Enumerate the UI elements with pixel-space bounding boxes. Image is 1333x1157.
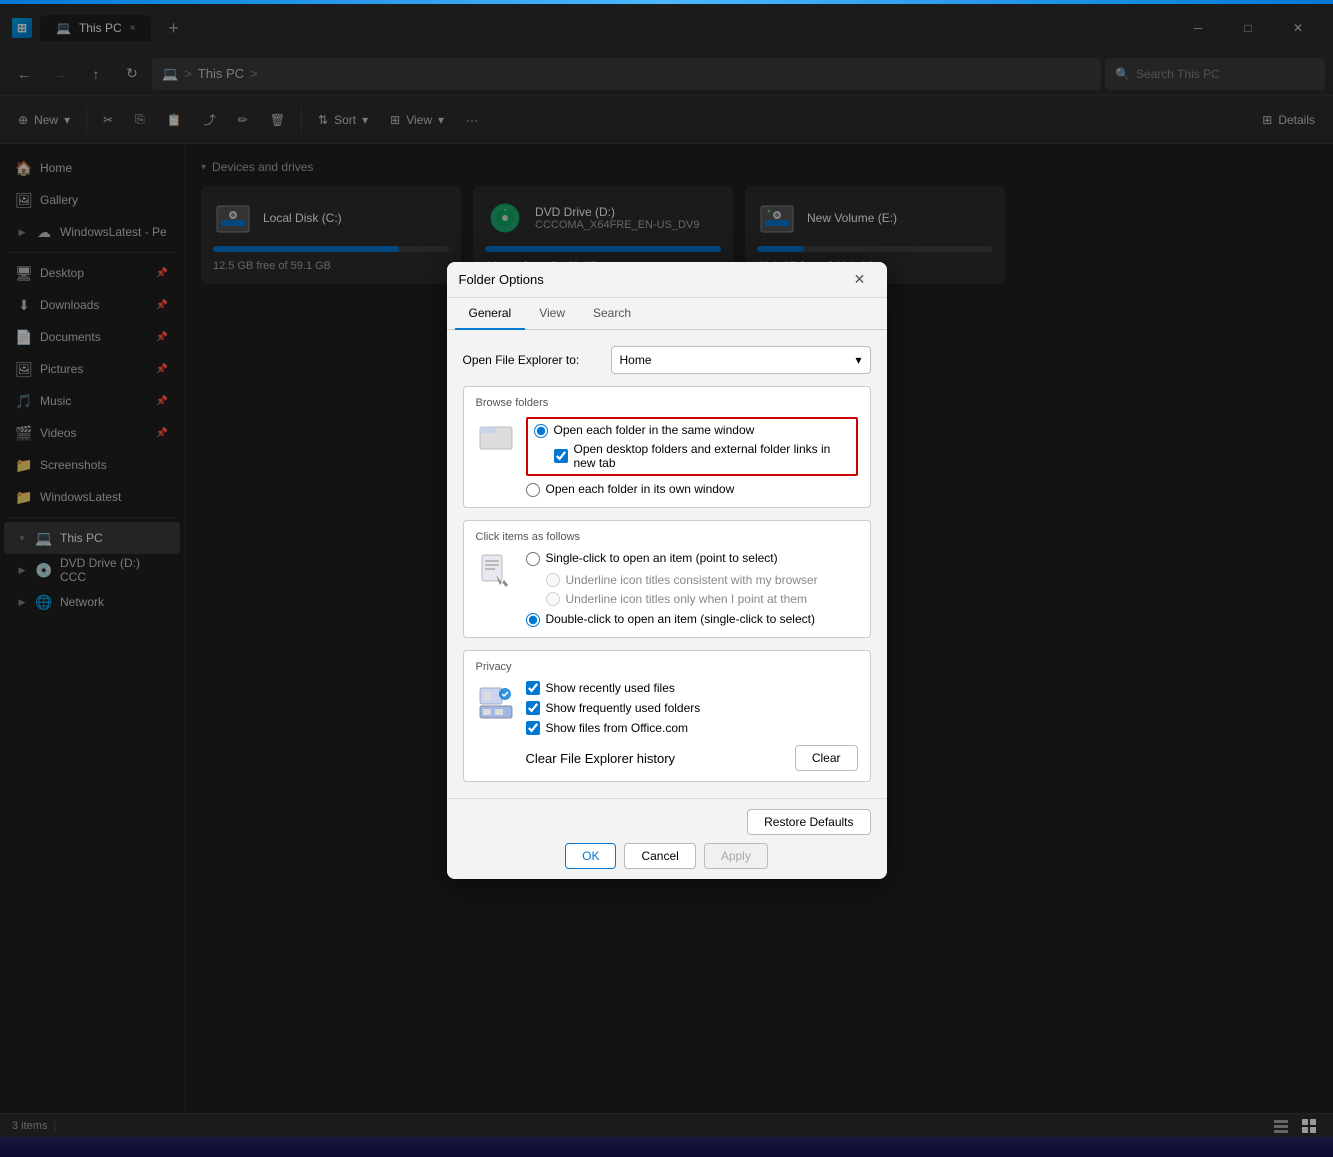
click-sub-radio-group: Underline icon titles consistent with my… xyxy=(546,572,858,606)
restore-row: Restore Defaults xyxy=(463,809,871,835)
bottom-taskbar xyxy=(0,1137,1333,1157)
click-radio-group: Single-click to open an item (point to s… xyxy=(526,551,858,627)
dialog-footer: Restore Defaults OK Cancel Apply xyxy=(447,798,887,879)
click-radio-2-input[interactable] xyxy=(526,613,540,627)
privacy-check-1-label: Show recently used files xyxy=(546,681,675,695)
browse-row: Open each folder in the same window Open… xyxy=(476,417,858,497)
select-value: Home xyxy=(620,353,652,367)
tab-view[interactable]: View xyxy=(525,298,579,330)
ok-btn[interactable]: OK xyxy=(565,843,616,869)
folder-options-dialog: Folder Options ✕ General View Search Ope… xyxy=(447,262,887,879)
browse-radio-1-label: Open each folder in the same window xyxy=(554,423,755,437)
privacy-options: Show recently used files Show frequently… xyxy=(526,681,858,771)
click-radio-1-input[interactable] xyxy=(526,552,540,566)
browse-radio-group: Open each folder in the same window Open… xyxy=(526,417,858,497)
click-items-section: Click items as follows xyxy=(463,520,871,638)
dialog-buttons: OK Cancel Apply xyxy=(463,843,871,869)
browse-folders-title: Browse folders xyxy=(476,397,858,409)
tab-search[interactable]: Search xyxy=(579,298,645,330)
privacy-row: Show recently used files Show frequently… xyxy=(476,681,858,771)
dialog-title: Folder Options xyxy=(459,272,845,287)
dialog-titlebar: Folder Options ✕ xyxy=(447,262,887,298)
browse-radio-2-input[interactable] xyxy=(526,483,540,497)
click-sub-radio-2-input[interactable] xyxy=(546,592,560,606)
browse-radio-1-item: Open each folder in the same window xyxy=(534,423,850,438)
apply-btn[interactable]: Apply xyxy=(704,843,768,869)
browse-radio-2-item: Open each folder in its own window xyxy=(526,482,858,497)
click-sub-radio-1-item: Underline icon titles consistent with my… xyxy=(546,572,858,587)
privacy-check-3-item: Show files from Office.com xyxy=(526,721,858,735)
click-items-title: Click items as follows xyxy=(476,531,858,543)
privacy-title: Privacy xyxy=(476,661,858,673)
clear-btn[interactable]: Clear xyxy=(795,745,858,771)
privacy-check-1-item: Show recently used files xyxy=(526,681,858,695)
privacy-section: Privacy xyxy=(463,650,871,782)
click-radio-2-label: Double-click to open an item (single-cli… xyxy=(546,612,815,626)
open-file-explorer-row: Open File Explorer to: Home ▾ xyxy=(463,346,871,374)
privacy-check-2-item: Show frequently used folders xyxy=(526,701,858,715)
dialog-overlay: Folder Options ✕ General View Search Ope… xyxy=(0,4,1333,1137)
click-radio-1-label: Single-click to open an item (point to s… xyxy=(546,551,778,565)
tab-general[interactable]: General xyxy=(455,298,526,330)
privacy-icon xyxy=(476,681,516,721)
privacy-check-3-input[interactable] xyxy=(526,721,540,735)
clear-history-label: Clear File Explorer history xyxy=(526,751,676,766)
dialog-close-btn[interactable]: ✕ xyxy=(845,265,875,295)
select-arrow: ▾ xyxy=(855,353,861,367)
click-radio-2-item: Double-click to open an item (single-cli… xyxy=(526,612,858,627)
dialog-body: Open File Explorer to: Home ▾ Browse fol… xyxy=(447,330,887,798)
open-file-explorer-select[interactable]: Home ▾ xyxy=(611,346,871,374)
click-radio-1-item: Single-click to open an item (point to s… xyxy=(526,551,858,566)
browse-checkbox-1-input[interactable] xyxy=(554,449,568,463)
open-file-explorer-label: Open File Explorer to: xyxy=(463,353,603,367)
restore-defaults-btn[interactable]: Restore Defaults xyxy=(747,809,870,835)
click-items-row: Single-click to open an item (point to s… xyxy=(476,551,858,627)
clear-history-row: Clear File Explorer history Clear xyxy=(526,741,858,771)
browse-folders-section: Browse folders xyxy=(463,386,871,508)
browse-checkbox-1-label: Open desktop folders and external folder… xyxy=(574,442,850,470)
click-sub-radio-1-label: Underline icon titles consistent with my… xyxy=(566,573,818,587)
privacy-check-2-input[interactable] xyxy=(526,701,540,715)
privacy-check-1-input[interactable] xyxy=(526,681,540,695)
browse-radio-1-input[interactable] xyxy=(534,424,548,438)
click-icon xyxy=(476,551,516,591)
click-sub-radio-1-input[interactable] xyxy=(546,573,560,587)
dialog-tabs: General View Search xyxy=(447,298,887,330)
privacy-check-3-label: Show files from Office.com xyxy=(546,721,689,735)
click-sub-radio-2-item: Underline icon titles only when I point … xyxy=(546,591,858,606)
click-sub-radio-2-label: Underline icon titles only when I point … xyxy=(566,592,807,606)
privacy-check-2-label: Show frequently used folders xyxy=(546,701,701,715)
browse-highlight-box: Open each folder in the same window Open… xyxy=(526,417,858,476)
browse-icon xyxy=(476,417,516,457)
cancel-btn[interactable]: Cancel xyxy=(624,843,695,869)
browse-radio-2-label: Open each folder in its own window xyxy=(546,482,735,496)
browse-checkbox-1-item: Open desktop folders and external folder… xyxy=(554,442,850,470)
